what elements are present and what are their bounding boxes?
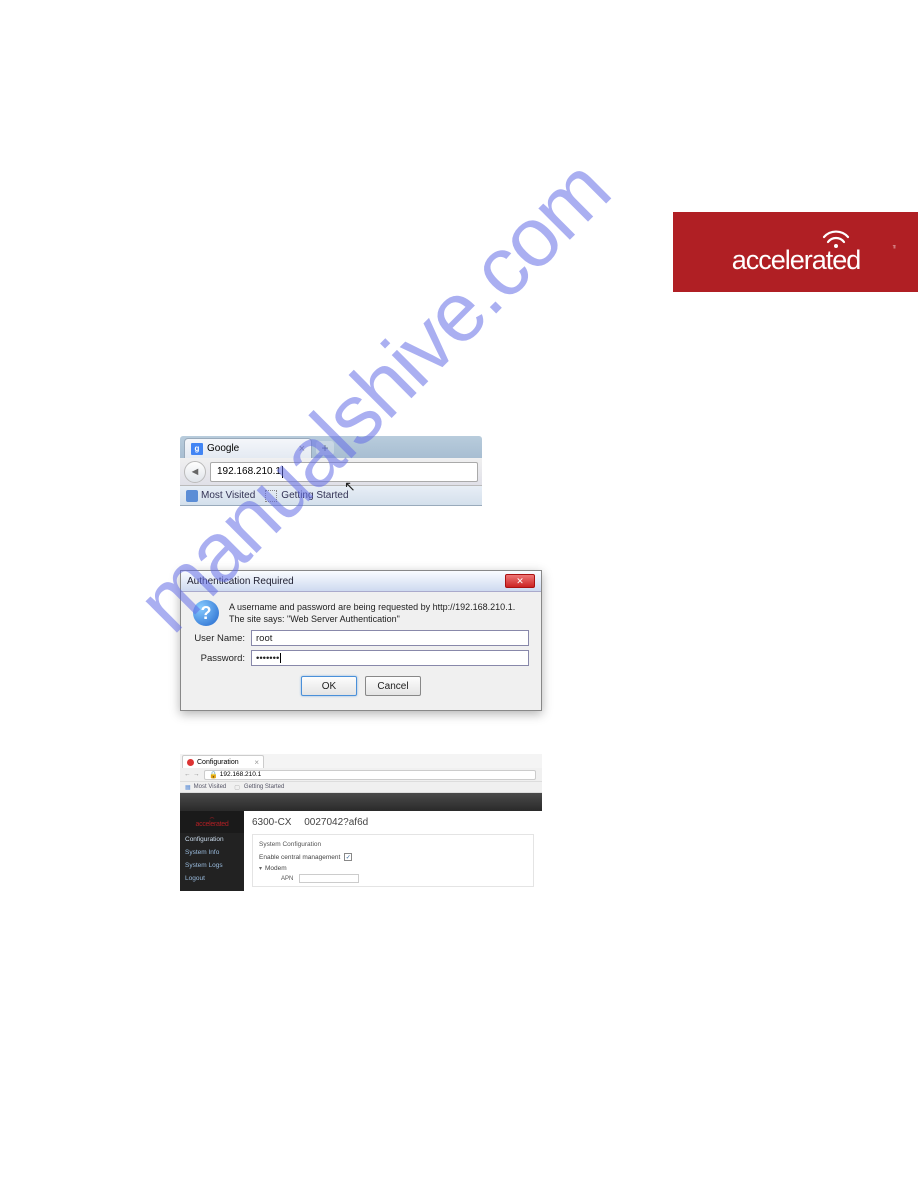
tabstrip-admin: Configuration × [180,754,542,768]
modem-label: Modem [265,865,287,872]
apn-label: APN [281,876,293,882]
google-icon: g [191,443,203,455]
browser-address-screenshot: g Google × + ◄ 192.168.210.1 Most Visite… [180,436,482,506]
most-visited-icon [186,490,198,502]
url-input-admin[interactable]: 🔒 192.168.210.1 [204,770,536,780]
ok-button[interactable]: OK [301,676,357,696]
modem-row[interactable]: ▾ Modem [259,863,527,874]
username-label: User Name: [193,633,251,644]
bookmarks-bar: Most Visited Getting Started [180,486,482,506]
new-tab-button[interactable]: + [316,441,334,455]
central-mgmt-label: Enable central management [259,854,340,861]
bookmark-most-visited[interactable]: Most Visited [194,784,227,790]
back-button[interactable]: ◄ [184,461,206,483]
collapse-icon: ▾ [259,865,262,872]
bookmark-most-visited[interactable]: Most Visited [201,490,255,501]
auth-dialog: Authentication Required ✕ ? A username a… [180,570,542,711]
browser-tab-google[interactable]: g Google × [184,438,312,458]
close-tab-icon[interactable]: × [254,758,259,767]
bookmark-getting-started[interactable]: Getting Started [244,784,284,790]
address-bar-row: ◄ 192.168.210.1 [180,458,482,486]
apn-input[interactable] [299,874,359,883]
cancel-button[interactable]: Cancel [365,676,421,696]
sidebar-item-system-logs[interactable]: System Logs [180,859,244,872]
favicon-icon [187,759,194,766]
forward-icon[interactable]: → [193,771,202,778]
sidebar-item-logout[interactable]: Logout [180,872,244,885]
admin-content: ⌢ accelerated Configuration System Info … [180,811,542,891]
back-icon[interactable]: ← [184,771,193,778]
tab-title-config: Configuration [197,759,239,766]
brand-name-text: accelerated [731,245,860,275]
tab-strip: g Google × + [180,436,482,458]
svg-text:™: ™ [892,244,896,253]
getting-started-icon [265,490,277,502]
admin-panel-screenshot: Configuration × ← → 🔒 192.168.210.1 ▦ Mo… [180,754,542,891]
device-mac: 0027042?af6d [304,817,368,828]
close-tab-icon[interactable]: × [299,443,305,455]
dialog-body: ? A username and password are being requ… [181,592,541,710]
username-input[interactable]: root [251,630,529,646]
address-bar-admin: ← → 🔒 192.168.210.1 [180,768,542,782]
tab-title: Google [207,443,239,454]
sidebar-item-system-info[interactable]: System Info [180,846,244,859]
central-management-row: Enable central management ✓ [259,851,527,863]
sidebar-logo: ⌢ accelerated [180,811,244,833]
admin-sidebar: ⌢ accelerated Configuration System Info … [180,811,244,891]
sidebar-item-configuration[interactable]: Configuration [180,833,244,846]
dialog-titlebar: Authentication Required ✕ [181,571,541,592]
cursor-icon: ↖ [344,478,356,495]
question-icon: ? [193,600,219,626]
device-model: 6300-CX [252,817,291,828]
accelerated-logo-svg: accelerated ™ [696,227,896,277]
admin-main: 6300-CX 0027042?af6d System Configuratio… [244,811,542,891]
url-text: 192.168.210.1 [217,466,281,477]
dialog-message: A username and password are being reques… [229,600,529,625]
password-input[interactable]: ••••••• [251,650,529,666]
bookmarks-bar-admin: ▦ Most Visited ▢ Getting Started [180,782,542,793]
password-dots: ••••••• [256,653,279,664]
dialog-title-text: Authentication Required [187,576,294,587]
url-text-admin: 192.168.210.1 [220,771,262,778]
section-system-config: System Configuration [259,838,527,851]
browser-tab-config[interactable]: Configuration × [182,755,264,768]
dialog-close-button[interactable]: ✕ [505,574,535,588]
page-header-bar [180,793,542,811]
brand-logo: accelerated ™ [673,212,918,292]
sidebar-brand: accelerated [196,821,229,828]
bookmark-getting-started[interactable]: Getting Started [281,490,348,501]
central-mgmt-checkbox[interactable]: ✓ [344,853,352,861]
lock-icon: 🔒 [209,771,218,779]
device-header: 6300-CX 0027042?af6d [252,817,534,828]
password-label: Password: [193,653,251,664]
